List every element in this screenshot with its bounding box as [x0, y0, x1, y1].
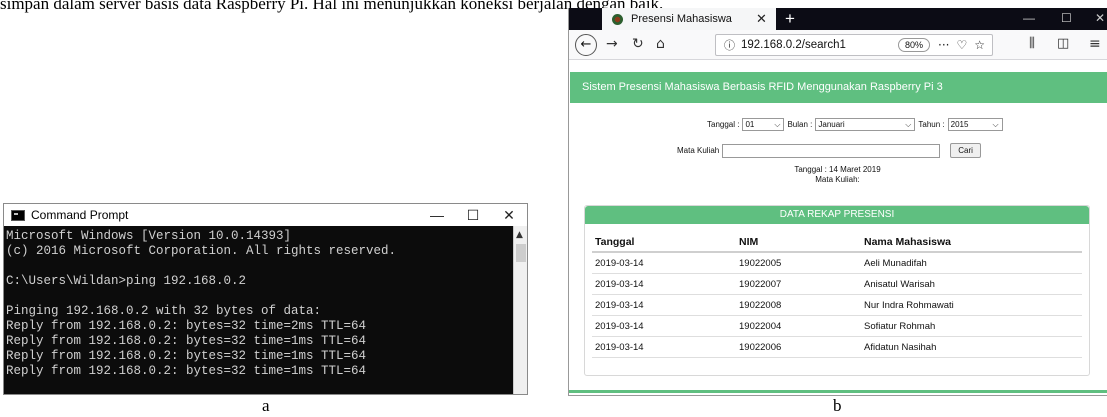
chevron-down-icon: ⌵: [992, 120, 999, 129]
cell-tanggal: 2019-03-14: [595, 321, 644, 332]
cell-nim: 19022008: [739, 300, 782, 311]
tab-title: Presensi Mahasiswa: [631, 13, 732, 25]
home-icon[interactable]: ⌂: [656, 36, 665, 52]
cell-tanggal: 2019-03-14: [595, 342, 644, 353]
cell-nim: 19022006: [739, 342, 782, 353]
bookmark-star-icon[interactable]: ☆: [974, 38, 985, 52]
tab-presensi[interactable]: Presensi Mahasiswa ✕: [602, 8, 776, 30]
column-header-nama: Nama Mahasiswa: [864, 236, 951, 248]
tahun-label: Tahun :: [918, 120, 945, 129]
table-header-row: Tanggal NIM Nama Mahasiswa: [592, 230, 1082, 253]
tanggal-label: Tanggal :: [707, 120, 740, 129]
page-actions-icon[interactable]: ···: [938, 38, 949, 52]
cmd-window-title: Command Prompt: [31, 208, 129, 222]
tab-close-icon[interactable]: ✕: [756, 11, 776, 27]
maximize-button[interactable]: ☐: [455, 207, 491, 224]
command-prompt-window: Command Prompt — ☐ ✕ Microsoft Windows […: [3, 203, 528, 395]
attendance-card: DATA REKAP PRESENSI Tanggal NIM Nama Mah…: [584, 205, 1090, 376]
terminal-area[interactable]: Microsoft Windows [Version 10.0.14393] (…: [4, 226, 527, 394]
tahun-value: 2015: [950, 120, 969, 129]
chevron-down-icon: ⌵: [774, 120, 781, 129]
table-row: 2019-03-14 19022006 Afidatun Nasihah: [592, 337, 1082, 358]
table-row: 2019-03-14 19022007 Anisatul Warisah: [592, 274, 1082, 295]
library-icon[interactable]: ⫼: [1029, 36, 1035, 51]
cell-nama: Anisatul Warisah: [864, 279, 935, 290]
column-header-tanggal: Tanggal: [595, 236, 635, 248]
scroll-up-arrow-icon[interactable]: ▲: [516, 230, 523, 240]
table-row: 2019-03-14 19022008 Nur Indra Rohmawati: [592, 295, 1082, 316]
cell-nim: 19022005: [739, 258, 782, 269]
info-icon[interactable]: ⓘ: [724, 37, 735, 53]
site-favicon-icon: [612, 13, 623, 25]
chevron-down-icon: ⌵: [905, 120, 912, 129]
navigation-toolbar: ← → ↻ ⌂ ⓘ 192.168.0.2/search1 80% ··· ♡ …: [569, 30, 1107, 60]
mata-kuliah-label: Mata Kuliah: [677, 146, 720, 155]
bulan-value: Januari: [818, 120, 845, 129]
bulan-select[interactable]: Januari ⌵: [815, 118, 916, 131]
bulan-label: Bulan :: [787, 120, 813, 129]
attendance-table: Tanggal NIM Nama Mahasiswa 2019-03-14 19…: [592, 230, 1082, 358]
table-row: 2019-03-14 19022005 Aeli Munadifah: [592, 253, 1082, 274]
date-filter-row: Tanggal : 01 ⌵ Bulan : Januari ⌵ Tahun : 2…: [707, 118, 1006, 131]
card-header: DATA REKAP PRESENSI: [585, 206, 1089, 224]
pocket-icon[interactable]: ♡: [956, 38, 967, 52]
terminal-output: Microsoft Windows [Version 10.0.14393] (…: [6, 229, 397, 378]
address-bar[interactable]: ⓘ 192.168.0.2/search1 80% ··· ♡ ☆: [715, 34, 993, 56]
table-row: 2019-03-14 19022004 Sofiatur Rohmah: [592, 316, 1082, 337]
cell-nama: Sofiatur Rohmah: [864, 321, 936, 332]
course-search-row: Mata Kuliah Cari: [677, 143, 981, 158]
terminal-icon: [11, 209, 25, 221]
close-button[interactable]: ✕: [1095, 11, 1105, 25]
minimize-button[interactable]: —: [419, 207, 455, 223]
close-button[interactable]: ✕: [491, 207, 527, 224]
caption-a: a: [262, 396, 270, 415]
zoom-level-badge[interactable]: 80%: [898, 38, 931, 52]
column-header-nim: NIM: [739, 236, 759, 248]
back-arrow-icon[interactable]: ←: [575, 34, 597, 56]
maximize-button[interactable]: ☐: [1061, 11, 1072, 25]
info-course: Mata Kuliah:: [815, 175, 860, 184]
cell-nama: Nur Indra Rohmawati: [864, 300, 954, 311]
terminal-scrollbar[interactable]: ▲: [513, 226, 527, 394]
app-header: Sistem Presensi Mahasiswa Berbasis RFID …: [570, 72, 1107, 103]
tab-bar: Presensi Mahasiswa ✕ + — ☐ ✕: [569, 8, 1107, 30]
footer-accent-line: [569, 390, 1107, 393]
cell-nim: 19022007: [739, 279, 782, 290]
mata-kuliah-input[interactable]: [722, 143, 941, 158]
tahun-select[interactable]: 2015 ⌵: [947, 118, 1003, 131]
info-date: Tanggal : 14 Maret 2019: [794, 165, 881, 174]
tanggal-value: 01: [745, 120, 755, 129]
cell-tanggal: 2019-03-14: [595, 300, 644, 311]
minimize-button[interactable]: —: [1023, 11, 1035, 25]
reload-icon[interactable]: ↻: [632, 36, 644, 52]
url-text[interactable]: 192.168.0.2/search1: [741, 39, 898, 51]
menu-hamburger-icon[interactable]: ≡: [1089, 36, 1101, 52]
new-tab-button[interactable]: +: [785, 9, 795, 29]
cell-tanggal: 2019-03-14: [595, 279, 644, 290]
scrollbar-thumb[interactable]: [516, 244, 526, 262]
sidebar-icon[interactable]: ◫: [1057, 36, 1069, 51]
tanggal-select[interactable]: 01 ⌵: [742, 118, 785, 131]
cmd-titlebar[interactable]: Command Prompt — ☐ ✕: [4, 204, 527, 226]
browser-window: Presensi Mahasiswa ✕ + — ☐ ✕ ← → ↻ ⌂ ⓘ 1…: [568, 8, 1107, 396]
search-button[interactable]: Cari: [950, 143, 981, 158]
caption-b: b: [833, 396, 842, 415]
cell-tanggal: 2019-03-14: [595, 258, 644, 269]
cell-nim: 19022004: [739, 321, 782, 332]
forward-arrow-icon[interactable]: →: [606, 36, 618, 52]
cell-nama: Aeli Munadifah: [864, 258, 927, 269]
cell-nama: Afidatun Nasihah: [864, 342, 937, 353]
